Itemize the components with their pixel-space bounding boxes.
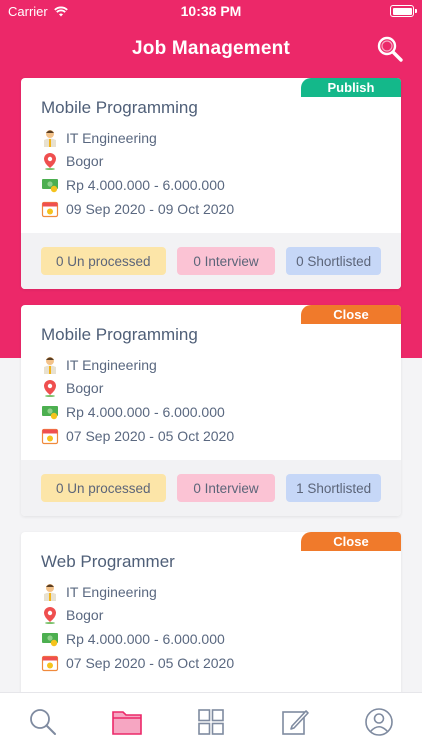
location-label: Bogor (66, 607, 104, 623)
job-card[interactable]: Publish Mobile Programming IT Engineerin… (21, 78, 401, 289)
salary-row: Rp 4.000.000 - 6.000.000 (41, 629, 225, 649)
location-label: Bogor (66, 153, 104, 169)
location-pin-icon (44, 380, 56, 397)
location-row: Bogor (41, 378, 103, 398)
department-row: IT Engineering (41, 355, 157, 375)
salary-label: Rp 4.000.000 - 6.000.000 (66, 404, 225, 420)
candidate-counts: 0 Un processed 0 Interview 0 Shortlisted (21, 233, 401, 289)
employee-icon (44, 130, 56, 147)
clock: 10:38 PM (180, 3, 242, 19)
profile-icon[interactable] (364, 707, 394, 737)
status-bar: Carrier 10:38 PM (0, 0, 422, 22)
salary-row: Rp 4.000.000 - 6.000.000 (41, 175, 225, 195)
job-title: Web Programmer (41, 552, 175, 571)
money-icon (42, 633, 58, 647)
search-icon[interactable] (28, 707, 58, 737)
money-icon (42, 406, 58, 420)
date-range-label: 09 Sep 2020 - 09 Oct 2020 (66, 201, 235, 217)
job-title: Mobile Programming (41, 325, 198, 344)
department-label: IT Engineering (66, 584, 157, 600)
location-row: Bogor (41, 605, 103, 625)
grid-icon[interactable] (196, 707, 226, 737)
money-icon (42, 179, 58, 193)
date-range-label: 07 Sep 2020 - 05 Oct 2020 (66, 428, 235, 444)
date-row: 07 Sep 2020 - 05 Oct 2020 (41, 653, 234, 673)
unprocessed-button[interactable]: 0 Un processed (41, 247, 166, 275)
status-badge: Close (301, 532, 401, 551)
job-card[interactable]: Close Web Programmer IT Engineering Bogo… (21, 532, 401, 702)
salary-label: Rp 4.000.000 - 6.000.000 (66, 177, 225, 193)
location-row: Bogor (41, 151, 103, 171)
calendar-icon (41, 655, 59, 672)
interview-button[interactable]: 0 Interview (176, 474, 276, 502)
department-label: IT Engineering (66, 130, 157, 146)
calendar-icon (41, 428, 59, 445)
salary-row: Rp 4.000.000 - 6.000.000 (41, 402, 225, 422)
search-button[interactable] (376, 35, 404, 63)
date-row: 09 Sep 2020 - 09 Oct 2020 (41, 199, 234, 219)
department-label: IT Engineering (66, 357, 157, 373)
location-pin-icon (44, 153, 56, 170)
location-label: Bogor (66, 380, 104, 396)
tab-bar (0, 692, 422, 750)
candidate-counts: 0 Un processed 0 Interview 1 Shortlisted (21, 460, 401, 516)
unprocessed-button[interactable]: 0 Un processed (41, 474, 166, 502)
employee-icon (44, 357, 56, 374)
employee-icon (44, 584, 56, 601)
status-badge: Publish (301, 78, 401, 97)
shortlisted-button[interactable]: 0 Shortlisted (286, 247, 381, 275)
page-title: Job Management (132, 38, 290, 59)
interview-button[interactable]: 0 Interview (176, 247, 276, 275)
department-row: IT Engineering (41, 582, 157, 602)
edit-icon[interactable] (280, 707, 310, 737)
location-pin-icon (44, 607, 56, 624)
salary-label: Rp 4.000.000 - 6.000.000 (66, 631, 225, 647)
job-card[interactable]: Close Mobile Programming IT Engineering … (21, 305, 401, 516)
status-badge: Close (301, 305, 401, 324)
shortlisted-button[interactable]: 1 Shortlisted (286, 474, 381, 502)
battery-icon (390, 5, 417, 17)
calendar-icon (41, 201, 59, 218)
folder-icon[interactable] (111, 707, 143, 737)
job-title: Mobile Programming (41, 98, 198, 117)
department-row: IT Engineering (41, 128, 157, 148)
date-row: 07 Sep 2020 - 05 Oct 2020 (41, 426, 234, 446)
date-range-label: 07 Sep 2020 - 05 Oct 2020 (66, 655, 235, 671)
